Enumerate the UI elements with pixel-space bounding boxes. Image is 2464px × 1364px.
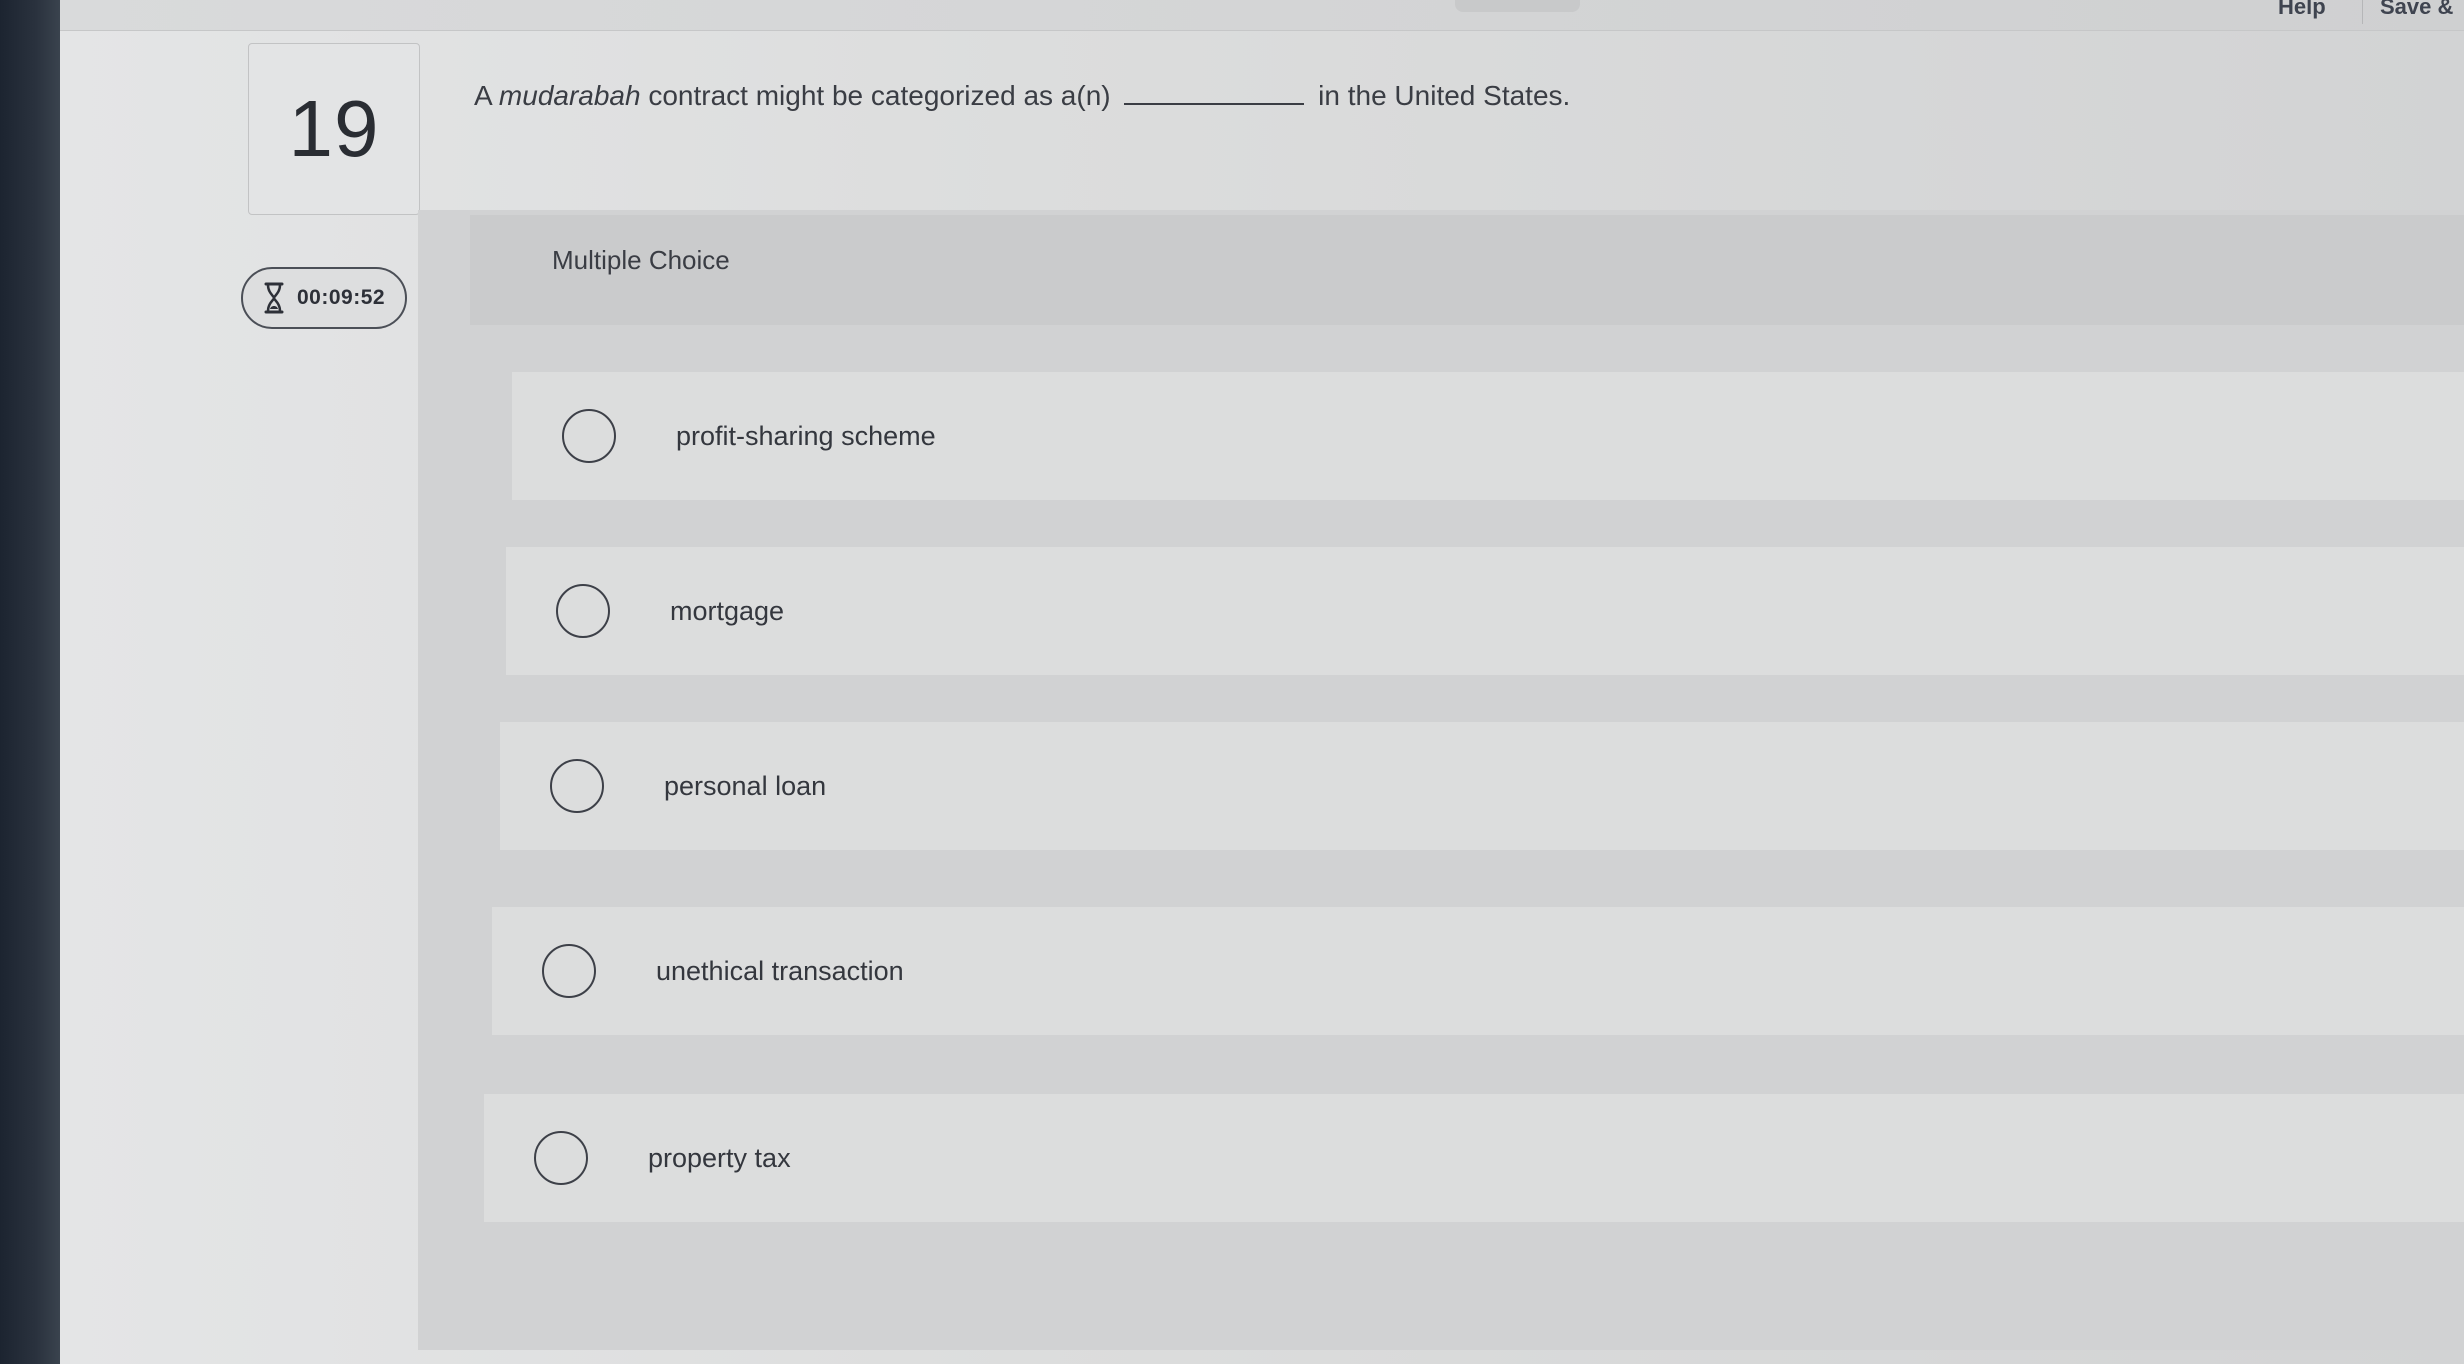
help-link[interactable]: Help	[2278, 0, 2326, 20]
option-label: mortgage	[670, 595, 785, 626]
question-number: 19	[288, 84, 380, 173]
radio-button[interactable]	[562, 409, 616, 463]
radio-button[interactable]	[534, 1131, 588, 1185]
top-bar: Help Save &	[60, 0, 2464, 31]
answer-option[interactable]: unethical transaction	[492, 907, 2464, 1035]
timer-badge[interactable]: 00:09:52	[241, 267, 407, 329]
answer-option[interactable]: mortgage	[506, 547, 2464, 675]
question-italic-term: mudarabah	[498, 80, 641, 111]
answer-option[interactable]: profit-sharing scheme	[512, 372, 2464, 500]
radio-button[interactable]	[556, 584, 610, 638]
option-label: unethical transaction	[656, 955, 904, 986]
option-label: property tax	[648, 1142, 791, 1173]
multiple-choice-label: Multiple Choice	[552, 245, 730, 275]
timer-text: 00:09:52	[297, 286, 386, 309]
answer-option[interactable]: property tax	[484, 1094, 2464, 1222]
question-suffix: in the United States.	[1310, 80, 1571, 111]
question-prefix: A	[474, 80, 499, 111]
answer-option[interactable]: personal loan	[500, 722, 2464, 850]
top-tab	[1455, 0, 1580, 12]
option-label: profit-sharing scheme	[676, 420, 936, 451]
radio-button[interactable]	[550, 759, 604, 813]
multiple-choice-header	[470, 215, 2464, 325]
question-middle: contract might be categorized as a(n)	[640, 80, 1119, 111]
question-blank	[1124, 102, 1305, 105]
radio-button[interactable]	[542, 944, 596, 998]
question-number-box: 19	[248, 43, 420, 215]
screen-bezel	[0, 0, 60, 1364]
option-label: personal loan	[664, 770, 827, 801]
hourglass-icon	[264, 282, 284, 314]
topbar-divider	[2362, 0, 2363, 24]
question-text: A mudarabah contract might be categorize…	[474, 80, 1774, 112]
save-link[interactable]: Save &	[2380, 0, 2453, 20]
